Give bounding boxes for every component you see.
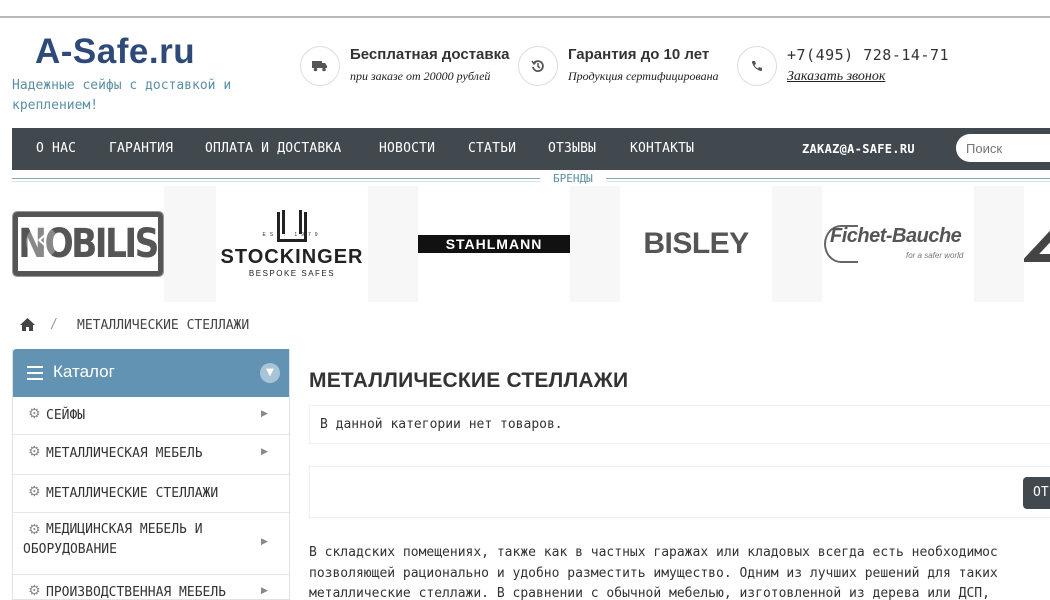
nav-item-warranty[interactable]: ГАРАНТИЯ (109, 141, 173, 156)
nav-item-news[interactable]: НОВОСТИ (379, 141, 435, 156)
brands-label: БРЕНДЫ (540, 172, 606, 185)
empty-category-box: В данной категории нет товаров. (309, 405, 1050, 444)
catalog-sidebar: Каталог ▼ ⚙ СЕЙФЫ ▶ ⚙ МЕТАЛЛИЧЕСКАЯ МЕБЕ… (12, 349, 290, 600)
top-divider (0, 16, 1050, 18)
brand-est: EST. 1979 (262, 232, 322, 238)
callback-link[interactable]: Заказать звонок (787, 69, 885, 85)
description-line: В складских помещениях, также как в част… (309, 545, 998, 560)
brand-subtitle: BESPOKE SAFES (248, 269, 336, 278)
catalog-item-medical-furniture[interactable]: ⚙ МЕДИЦИНСКАЯ МЕБЕЛЬ И ОБОРУДОВАНИЕ ▶ (13, 513, 289, 575)
chevron-right-icon: ▶ (261, 409, 268, 419)
nav-item-articles[interactable]: СТАТЬИ (468, 141, 516, 156)
feature-title: Гарантия до 10 лет (568, 46, 710, 63)
chevron-right-icon: ▶ (261, 447, 268, 457)
brand-stockinger[interactable]: EST. 1979 STOCKINGER BESPOKE SAFES (216, 186, 368, 302)
brands-divider-light (12, 181, 1050, 182)
brand-fichet-bauche[interactable]: Fichet-Bauche for a safer world (822, 186, 974, 302)
catalog-item-metal-shelving[interactable]: ⚙ МЕТАЛЛИЧЕСКИЕ СТЕЛЛАЖИ (13, 475, 289, 513)
brand-subtitle: for a safer world (906, 251, 964, 260)
brands-divider (12, 178, 1050, 179)
nav-item-contacts[interactable]: КОНТАКТЫ (630, 141, 694, 156)
nav-email[interactable]: ZAKAZ@A-SAFE.RU (802, 142, 915, 156)
nav-item-reviews[interactable]: ОТЗЫВЫ (548, 141, 596, 156)
brands-carousel: NOBILIS EST. 1979 STOCKINGER BESPOKE SAF… (12, 186, 1050, 302)
home-icon[interactable] (20, 318, 35, 335)
empty-category-message: В данной категории нет товаров. (320, 417, 563, 432)
breadcrumb-separator: / (50, 317, 58, 332)
brand-name: STAHLMANN (445, 236, 543, 252)
truck-icon (300, 46, 340, 86)
catalog-item-industrial-furniture[interactable]: ⚙ ПРОИЗВОДСТВЕННАЯ МЕБЕЛЬ ▶ (13, 575, 289, 600)
brand-name: BISLEY (643, 227, 749, 260)
brand-name: Fichet-Bauche (830, 225, 962, 247)
gear-icon: ⚙ (28, 484, 41, 500)
brand-bisley[interactable]: BISLEY (620, 186, 772, 302)
breadcrumb-current: МЕТАЛЛИЧЕСКИЕ СТЕЛЛАЖИ (77, 318, 250, 333)
brand-stahlmann[interactable]: STAHLMANN (418, 186, 570, 302)
gear-icon: ⚙ (28, 444, 41, 460)
gear-icon: ⚙ (28, 583, 41, 599)
description-line: позволяющей рационально и удобно размест… (309, 565, 998, 581)
catalog-item-label: ПРОИЗВОДСТВЕННАЯ МЕБЕЛЬ (46, 585, 227, 600)
site-logo[interactable]: A-Safe.ru (35, 32, 195, 72)
catalog-item-label: МЕДИЦИНСКАЯ МЕБЕЛЬ И ОБОРУДОВАНИЕ (23, 522, 203, 557)
catalog-header[interactable]: Каталог ▼ (13, 349, 289, 397)
brand-emblem-bar (282, 210, 302, 234)
catalog-item-label: СЕЙФЫ (46, 408, 86, 423)
phone-number[interactable]: +7(495) 728-14-71 (787, 46, 949, 64)
category-description: В складских помещениях, также как в част… (309, 543, 1050, 600)
search-input[interactable] (956, 134, 1050, 162)
catalog-item-metal-furniture[interactable]: ⚙ МЕТАЛЛИЧЕСКАЯ МЕБЕЛЬ ▶ (13, 435, 289, 475)
nav-item-about[interactable]: О НАС (36, 141, 76, 156)
gear-icon: ⚙ (28, 406, 41, 422)
menu-icon (27, 366, 43, 380)
catalog-item-label: МЕТАЛЛИЧЕСКИЕ СТЕЛЛАЖИ (46, 486, 219, 501)
main-nav: О НАС ГАРАНТИЯ ОПЛАТА И ДОСТАВКА НОВОСТИ… (12, 128, 1050, 170)
chevron-right-icon: ▶ (261, 537, 268, 547)
phone-icon (737, 46, 777, 86)
feature-subtitle: Продукция сертифицирована (568, 69, 719, 83)
brand-partial[interactable] (1024, 186, 1050, 302)
nav-item-payment-delivery[interactable]: ОПЛАТА И ДОСТАВКА (205, 141, 341, 156)
catalog-item-label: МЕТАЛЛИЧЕСКАЯ МЕБЕЛЬ (46, 446, 203, 461)
carousel-prev-arrow[interactable]: ‹ (26, 225, 58, 258)
catalog-title: Каталог (53, 362, 115, 381)
feature-subtitle: при заказе от 20000 рублей (350, 69, 491, 83)
filter-panel: ОТ (309, 466, 1050, 518)
history-icon (518, 46, 558, 86)
feature-title: Бесплатная доставка (350, 46, 510, 63)
chevron-down-icon[interactable]: ▼ (260, 363, 280, 383)
site-tagline: Надежные сейфы с доставкой и креплением! (12, 78, 232, 113)
page-title: МЕТАЛЛИЧЕСКИЕ СТЕЛЛАЖИ (309, 369, 629, 392)
filter-button[interactable]: ОТ (1023, 477, 1050, 509)
chevron-right-icon: ▶ (261, 586, 268, 596)
description-line: металлические стеллажи. В сравнении с об… (309, 586, 990, 600)
catalog-item-safes[interactable]: ⚙ СЕЙФЫ ▶ (13, 397, 289, 435)
brand-name: STOCKINGER (220, 246, 364, 268)
